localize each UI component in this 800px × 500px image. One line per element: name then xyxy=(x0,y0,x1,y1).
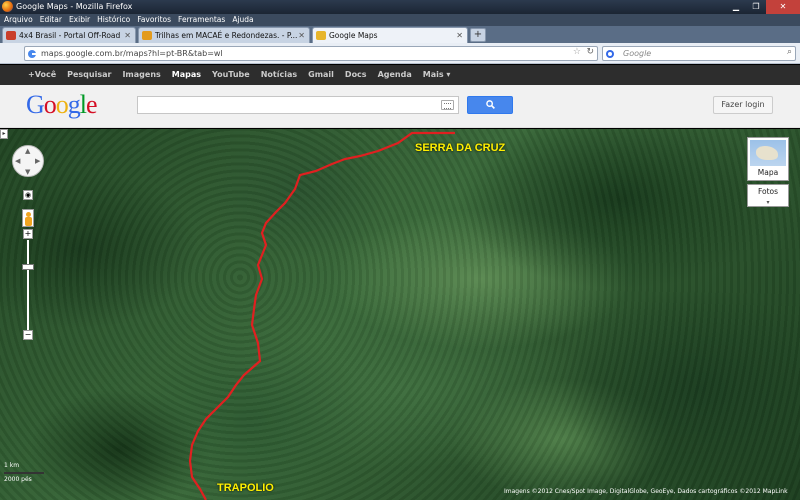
pan-left-icon[interactable]: ◀ xyxy=(15,157,20,165)
firefox-logo-icon xyxy=(2,1,13,12)
google-logo[interactable]: Google xyxy=(26,90,98,120)
bookmark-star-icon[interactable]: ☆ xyxy=(573,47,581,57)
tab-close-icon[interactable]: ✕ xyxy=(124,28,131,43)
scale-ft-label: 2000 pés xyxy=(4,476,32,483)
menu-historico[interactable]: Histórico xyxy=(97,14,130,26)
zoom-out-button[interactable]: − xyxy=(23,330,33,340)
gbar-voce[interactable]: +Você xyxy=(28,65,56,85)
menu-editar[interactable]: Editar xyxy=(40,14,62,26)
logo-letter: o xyxy=(55,90,69,119)
menu-favoritos[interactable]: Favoritos xyxy=(137,14,171,26)
menu-ferramentas[interactable]: Ferramentas xyxy=(178,14,225,26)
gbar-mapas[interactable]: Mapas xyxy=(172,65,201,85)
tab-google-maps[interactable]: Google Maps ✕ xyxy=(312,27,468,43)
logo-letter: e xyxy=(86,90,98,119)
site-identity-icon xyxy=(28,50,36,58)
pegman-street-view-icon[interactable] xyxy=(22,209,34,227)
place-label-serra-da-cruz: SERRA DA CRUZ xyxy=(415,142,506,154)
pan-control[interactable]: ▲ ▼ ◀ ▶ xyxy=(12,145,44,177)
new-tab-button[interactable]: + xyxy=(470,28,486,42)
gbar-docs[interactable]: Docs xyxy=(345,65,367,85)
title-bar: Google Maps - Mozilla Firefox ▁ ❐ ✕ xyxy=(0,0,800,14)
tab-label: Google Maps xyxy=(329,31,378,40)
search-engine-icon[interactable] xyxy=(605,49,615,59)
zoom-in-button[interactable]: + xyxy=(23,229,33,239)
tab-4x4-brasil[interactable]: 4x4 Brasil - Portal Off-Road ✕ xyxy=(2,27,136,43)
zoom-slider-track[interactable] xyxy=(27,240,29,330)
gbar-agenda[interactable]: Agenda xyxy=(378,65,412,85)
copyright-text: Imagens ©2012 Cnes/Spot Image, DigitalGl… xyxy=(504,488,788,495)
tab-label: Trilhas em MACAÉ e Redondezas. - P... xyxy=(155,31,298,40)
route-line xyxy=(188,131,455,500)
photos-label: Fotos xyxy=(757,187,779,196)
map-type-button[interactable]: Mapa xyxy=(747,137,789,181)
scale-bar-line xyxy=(4,472,44,474)
gbar-mais[interactable]: Mais ▾ xyxy=(423,65,451,85)
tab-strip: 4x4 Brasil - Portal Off-Road ✕ Trilhas e… xyxy=(0,26,800,43)
tab-favicon-icon xyxy=(6,31,16,40)
chevron-down-icon: ▾ xyxy=(766,199,770,206)
pan-right-icon[interactable]: ▶ xyxy=(35,157,40,165)
tab-favicon-icon xyxy=(142,31,152,40)
url-bar[interactable]: maps.google.com.br/maps?hl=pt-BR&tab=wl … xyxy=(24,46,598,61)
search-placeholder: Google xyxy=(623,49,652,58)
gbar-youtube[interactable]: YouTube xyxy=(212,65,250,85)
photos-layer-button[interactable]: Fotos ▾ xyxy=(747,184,789,207)
tab-favicon-icon xyxy=(316,31,326,40)
gbar-noticias[interactable]: Notícias xyxy=(261,65,297,85)
reload-icon[interactable]: ↻ xyxy=(586,47,594,57)
pan-up-icon[interactable]: ▲ xyxy=(25,147,30,155)
zoom-slider-thumb[interactable] xyxy=(22,264,34,270)
collapse-panel-button[interactable]: ▸ xyxy=(0,129,8,139)
menu-bar: Arquivo Editar Exibir Histórico Favorito… xyxy=(0,14,800,26)
zoom-reset-button[interactable]: ◉ xyxy=(23,190,33,200)
menu-ajuda[interactable]: Ajuda xyxy=(232,14,253,26)
gbar-gmail[interactable]: Gmail xyxy=(308,65,334,85)
maximize-button[interactable]: ❐ xyxy=(746,0,766,14)
maps-search-input[interactable] xyxy=(137,96,459,114)
search-icon xyxy=(486,100,495,109)
gbar-imagens[interactable]: Imagens xyxy=(122,65,160,85)
map-view[interactable]: ▸ ▲ ▼ ◀ ▶ ◉ + − Mapa Fotos ▾ SERRA DA CR… xyxy=(0,129,800,500)
tab-trilhas-macae[interactable]: Trilhas em MACAÉ e Redondezas. - P... ✕ xyxy=(138,27,310,43)
logo-letter: o xyxy=(43,90,57,119)
login-button[interactable]: Fazer login xyxy=(713,96,773,114)
keyboard-icon[interactable] xyxy=(441,100,454,110)
close-button[interactable]: ✕ xyxy=(766,0,800,14)
map-type-label: Mapa xyxy=(757,168,779,177)
logo-letter: g xyxy=(67,90,81,119)
browser-search-bar[interactable]: Google ⌕ xyxy=(602,46,796,61)
scale-km-label: 1 km xyxy=(4,462,20,469)
map-thumbnail xyxy=(750,140,786,166)
logo-letter: G xyxy=(26,90,45,119)
gbar-pesquisar[interactable]: Pesquisar xyxy=(67,65,111,85)
tab-close-icon[interactable]: ✕ xyxy=(298,28,305,43)
google-top-bar: +Você Pesquisar Imagens Mapas YouTube No… xyxy=(0,65,800,85)
minimize-button[interactable]: ▁ xyxy=(726,0,746,14)
navigation-bar: maps.google.com.br/maps?hl=pt-BR&tab=wl … xyxy=(0,43,800,64)
google-header: Google Fazer login xyxy=(0,85,800,128)
menu-arquivo[interactable]: Arquivo xyxy=(4,14,33,26)
tab-label: 4x4 Brasil - Portal Off-Road xyxy=(19,31,121,40)
tab-close-icon[interactable]: ✕ xyxy=(456,28,463,43)
pan-down-icon[interactable]: ▼ xyxy=(25,168,30,176)
browser-window: Google Maps - Mozilla Firefox ▁ ❐ ✕ Arqu… xyxy=(0,0,800,500)
url-text: maps.google.com.br/maps?hl=pt-BR&tab=wl xyxy=(41,49,223,58)
window-title: Google Maps - Mozilla Firefox xyxy=(16,2,133,11)
search-icon[interactable]: ⌕ xyxy=(787,47,792,57)
menu-exibir[interactable]: Exibir xyxy=(69,14,90,26)
place-label-trapolio: TRAPOLIO xyxy=(217,482,274,494)
search-button[interactable] xyxy=(467,96,513,114)
scale-bar: 1 km 2000 pés xyxy=(4,462,44,484)
